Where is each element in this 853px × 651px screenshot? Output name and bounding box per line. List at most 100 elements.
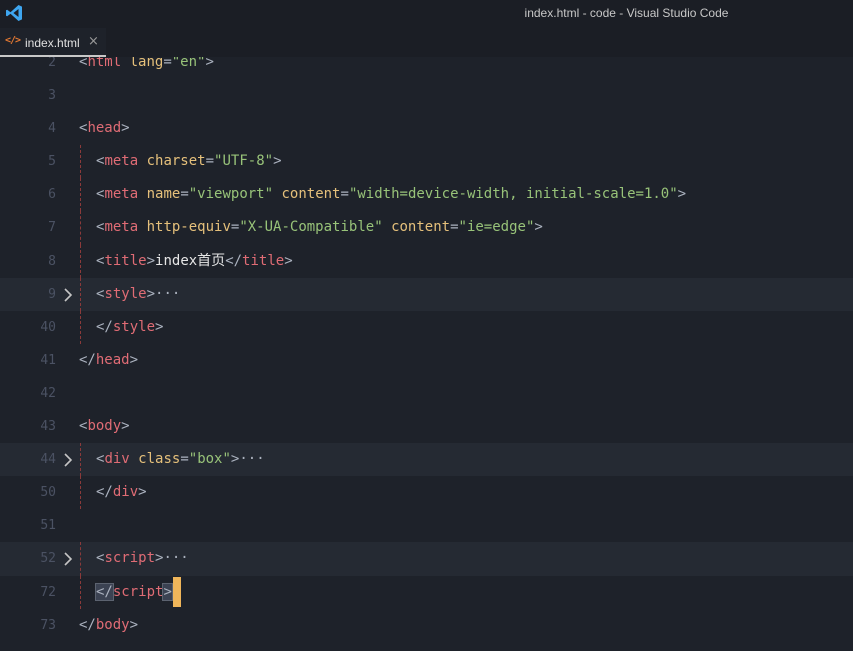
token-tag: title (242, 252, 285, 269)
code-line[interactable]: 8 <title>index首页</title> (0, 244, 853, 278)
code-line[interactable]: 41 </head> (0, 344, 853, 377)
token-attr: content (281, 186, 341, 203)
html-file-icon: </> (5, 35, 21, 46)
chevron-right-icon[interactable] (60, 551, 76, 567)
indent-guide (80, 443, 81, 477)
token-str: "viewport" (188, 186, 274, 203)
code-text: <div class="box">··· (96, 443, 265, 476)
code-line[interactable]: 44 <div class="box">··· (0, 443, 853, 477)
token-br: </ (225, 252, 243, 269)
token-br: > (138, 484, 147, 501)
token-tag: meta (104, 219, 139, 236)
token-br: > (129, 351, 139, 368)
code-line[interactable]: 52 <script>··· (0, 542, 853, 576)
code-text: </div> (96, 476, 147, 509)
code-line[interactable]: 4 <head> (0, 112, 853, 145)
token-br: </ (95, 582, 114, 601)
token-attr: name (146, 186, 181, 203)
code-line[interactable]: 7 <meta http-equiv="X-UA-Compatible" cont… (0, 211, 853, 245)
close-icon[interactable]: × (88, 34, 99, 49)
code-line[interactable]: 73 </body> (0, 609, 853, 642)
token-tag: meta (104, 153, 139, 170)
token-br: = (163, 57, 172, 70)
token-tag: div (104, 451, 130, 468)
line-number: 9 (48, 286, 56, 302)
line-number: 8 (48, 253, 56, 269)
indent-guide (80, 476, 81, 510)
code-line[interactable]: 3 (0, 79, 853, 112)
line-number: 51 (40, 518, 56, 534)
token-br: > (284, 252, 293, 269)
code-line[interactable]: 50 </div> (0, 476, 853, 510)
line-number: 40 (40, 319, 56, 335)
token-attr: http-equiv (146, 219, 231, 236)
token-br: > (146, 252, 156, 269)
line-number: 6 (48, 187, 56, 203)
chevron-right-icon[interactable] (60, 287, 76, 303)
code-line[interactable]: 9 <style>··· (0, 277, 853, 311)
token-br: = (180, 451, 189, 468)
code-line[interactable]: 5 <meta charset="UTF-8"> (0, 145, 853, 179)
token-br (130, 451, 138, 467)
code-text: </head> (79, 344, 138, 377)
code-lines: 2 <html lang="en"> 3 4 <head> 5 <meta charset=… (0, 57, 853, 642)
chevron-right-icon[interactable] (60, 452, 76, 468)
code-line[interactable]: 2 <html lang="en"> (0, 57, 853, 79)
line-number: 7 (48, 220, 56, 236)
token-br (138, 219, 146, 235)
code-text: <html lang="en"> (79, 57, 214, 79)
token-br (138, 153, 146, 169)
token-br: = (340, 186, 349, 203)
code-text: <style>··· (96, 278, 180, 311)
token-br: > (677, 186, 687, 203)
code-editor[interactable]: 2 <html lang="en"> 3 4 <head> 5 <meta charset=… (0, 57, 853, 651)
token-br: </ (96, 484, 113, 501)
token-br: </ (96, 318, 113, 335)
token-tag: body (87, 418, 122, 435)
code-line[interactable]: 40 </style> (0, 310, 853, 344)
code-text: </style> (96, 311, 163, 344)
token-tag: script (104, 550, 156, 567)
indent-guide (80, 211, 81, 245)
token-tag: style (112, 318, 156, 335)
tab-index-html[interactable]: </> index.html × (0, 28, 106, 57)
token-txt: index首页 (155, 252, 226, 269)
text-cursor (172, 576, 181, 607)
code-line[interactable]: 72 </script> (0, 575, 853, 609)
token-br (121, 57, 129, 70)
vscode-logo-icon (6, 5, 22, 21)
code-text: </script> (95, 576, 181, 609)
token-br: </ (79, 616, 96, 633)
code-line[interactable]: 51 (0, 509, 853, 542)
token-br: > (162, 582, 173, 601)
code-line[interactable]: 6 <meta name="viewport" content="width=de… (0, 178, 853, 212)
line-number: 41 (40, 352, 56, 368)
code-text: </body> (79, 609, 138, 642)
token-ell: ··· (155, 285, 181, 302)
code-line[interactable]: 42 (0, 377, 853, 410)
indent-guide (80, 277, 81, 311)
token-br: > (129, 616, 139, 633)
code-text: <body> (79, 410, 130, 443)
code-text: <meta http-equiv="X-UA-Compatible" conte… (96, 211, 543, 244)
indent-guide (80, 178, 81, 212)
token-attr: content (391, 219, 451, 236)
token-str: "width=device-width, initial-scale=1.0" (348, 186, 678, 203)
tab-bar: </> index.html × (0, 28, 853, 57)
token-ell: ··· (163, 550, 189, 567)
code-line[interactable]: 43 <body> (0, 410, 853, 443)
tab-label: index.html (25, 36, 80, 50)
indent-guide (80, 310, 81, 344)
token-ell: ··· (239, 451, 265, 468)
token-tag: title (104, 252, 147, 269)
line-number: 4 (48, 121, 56, 137)
indent-guide (80, 145, 81, 179)
code-text: <meta name="viewport" content="width=dev… (96, 178, 686, 211)
token-br: > (121, 418, 130, 435)
token-str: "X-UA-Compatible" (239, 219, 383, 236)
line-number: 2 (48, 57, 56, 70)
token-br: > (146, 285, 156, 302)
code-text: <meta charset="UTF-8"> (96, 145, 282, 178)
line-number: 43 (40, 419, 56, 435)
token-tag: meta (104, 186, 139, 203)
